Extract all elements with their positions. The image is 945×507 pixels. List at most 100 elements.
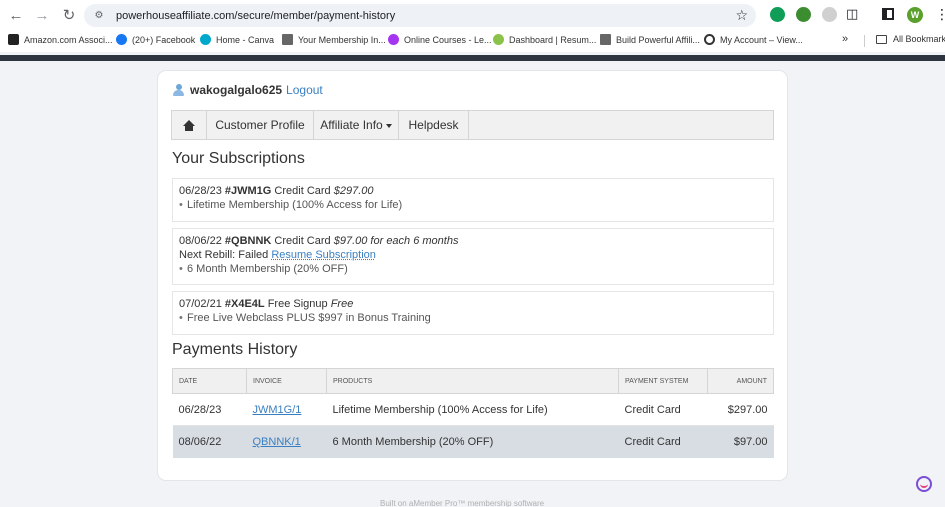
bookmark-amazon[interactable]: Amazon.com Associ... [8,34,113,45]
menu-helpdesk[interactable]: Helpdesk [399,111,469,139]
row-invoice: QBNNK/1 [246,425,327,458]
subscription-product: 6 Month Membership (20% OFF) [179,262,767,276]
row-invoice: JWM1G/1 [246,393,327,426]
bookmark-star-icon[interactable]: ☆ [735,7,748,24]
browser-toolbar: ← → ↻ ⚙ powerhouseaffiliate.com/secure/m… [0,0,945,30]
address-bar[interactable]: ⚙ powerhouseaffiliate.com/secure/member/… [84,4,756,27]
table-header-row: DATE INVOICE PRODUCTS PAYMENT SYSTEM AMO… [172,368,774,394]
subscription-item: 07/02/21 #X4E4L Free Signup Free Free Li… [172,291,774,335]
invoice-link[interactable]: QBNNK/1 [253,436,301,448]
member-menu: Customer Profile Affiliate Info Helpdesk [171,110,774,140]
extension-disabled-icon[interactable] [822,7,837,22]
subscription-date: 08/06/22 [179,235,222,247]
invoice-link[interactable]: JWM1G/1 [253,404,302,416]
bookmark-facebook[interactable]: (20+) Facebook [116,34,195,45]
row-payment-system: Credit Card [618,393,708,426]
all-bookmarks-button[interactable]: All Bookmarks [876,34,945,44]
subscription-method: Credit Card [274,235,331,247]
subscription-method: Credit Card [274,185,331,197]
subscription-price: $97.00 for each 6 months [333,235,459,247]
bookmark-label: Home - Canva [216,34,275,45]
bookmark-label: Amazon.com Associ... [24,34,113,45]
canva-icon [200,34,211,45]
col-invoice: INVOICE [246,368,327,394]
bookmarks-divider [864,35,865,47]
col-products: PRODUCTS [326,368,619,394]
home-icon [183,119,195,131]
row-date: 08/06/22 [172,425,247,458]
extensions-puzzle-icon[interactable]: ◫ [846,6,858,22]
bookmark-label: Online Courses - Le... [404,34,492,45]
col-date: DATE [172,368,247,394]
affiliate-icon [600,34,611,45]
subscriptions-title: Your Subscriptions [172,150,305,167]
table-row: 08/06/22 QBNNK/1 6 Month Membership (20%… [172,425,774,458]
bookmark-membership[interactable]: Your Membership In... [282,34,386,45]
subscription-code: #QBNNK [224,235,272,247]
bookmark-label: Your Membership In... [298,34,386,45]
bookmark-label: My Account – View... [720,34,803,45]
subscription-header: 06/28/23 #JWM1G Credit Card $297.00 [179,184,767,198]
extension-icon[interactable] [796,7,811,22]
reload-icon[interactable]: ↻ [58,4,80,26]
bookmark-label: Build Powerful Affili... [616,34,700,45]
site-info-icon[interactable]: ⚙ [92,9,106,23]
bookmark-account[interactable]: My Account – View... [704,34,803,45]
row-product: Lifetime Membership (100% Access for Lif… [326,393,619,426]
menu-affiliate-info[interactable]: Affiliate Info [314,111,399,139]
subscription-code: #X4E4L [224,298,265,310]
payments-title: Payments History [172,341,298,358]
assistant-logo-icon[interactable] [916,476,932,492]
bookmark-label: Dashboard | Resum... [509,34,597,45]
url-text[interactable]: powerhouseaffiliate.com/secure/member/pa… [116,10,395,22]
back-arrow-icon[interactable]: ← [5,4,27,26]
dashboard-icon [493,34,504,45]
member-panel: wakogalgalo625 Logout Customer Profile A… [157,70,788,481]
bookmark-courses[interactable]: Online Courses - Le... [388,34,492,45]
subscription-header: 08/06/22 #QBNNK Credit Card $97.00 for e… [179,234,767,248]
bookmark-canva[interactable]: Home - Canva [200,34,274,45]
bookmarks-bar: Amazon.com Associ... (20+) Facebook Home… [0,30,945,52]
grammarly-extension-icon[interactable] [770,7,785,22]
side-panel-icon[interactable] [882,8,894,20]
menu-affiliate-info-label: Affiliate Info [320,118,383,132]
membership-icon [282,34,293,45]
subscription-item: 08/06/22 #QBNNK Credit Card $97.00 for e… [172,228,774,285]
row-amount: $97.00 [707,425,774,458]
subscription-price: Free [330,298,354,310]
more-bookmarks-chevron-icon[interactable]: » [842,33,848,45]
bookmark-affiliate[interactable]: Build Powerful Affili... [600,34,700,45]
subscription-product: Free Live Webclass PLUS $997 in Bonus Tr… [179,311,767,325]
subscription-method: Free Signup [267,298,328,310]
subscription-price: $297.00 [333,185,374,197]
facebook-icon [116,34,127,45]
site-header-bar [0,55,945,61]
username: wakogalgalo625 [190,83,283,97]
courses-icon [388,34,399,45]
subscription-code: #JWM1G [224,185,272,197]
rebill-line: Next Rebill: Failed Resume Subscription [179,248,767,262]
profile-avatar[interactable]: W [907,7,923,23]
menu-home[interactable] [172,111,207,139]
subscription-product: Lifetime Membership (100% Access for Lif… [179,198,767,212]
rebill-status: Next Rebill: Failed [179,249,269,261]
menu-customer-profile[interactable]: Customer Profile [207,111,314,139]
all-bookmarks-label: All Bookmarks [893,34,945,44]
resume-subscription-link[interactable]: Resume Subscription [271,249,376,261]
row-product: 6 Month Membership (20% OFF) [326,425,619,458]
user-line: wakogalgalo625 Logout [173,83,323,97]
col-payment-system: PAYMENT SYSTEM [618,368,708,394]
amazon-icon [8,34,19,45]
footer-text: Built on aMember Pro™ membership softwar… [380,499,545,507]
logout-link[interactable]: Logout [286,83,323,97]
payments-table: DATE INVOICE PRODUCTS PAYMENT SYSTEM AMO… [172,368,774,458]
browser-menu-icon[interactable]: ⋮ [935,6,945,23]
subscription-date: 07/02/21 [179,298,222,310]
row-amount: $297.00 [707,393,774,426]
account-icon [704,34,715,45]
table-row: 06/28/23 JWM1G/1 Lifetime Membership (10… [172,393,774,426]
forward-arrow-icon[interactable]: → [31,4,53,26]
row-date: 06/28/23 [172,393,247,426]
bookmark-dashboard[interactable]: Dashboard | Resum... [493,34,596,45]
row-payment-system: Credit Card [618,425,708,458]
